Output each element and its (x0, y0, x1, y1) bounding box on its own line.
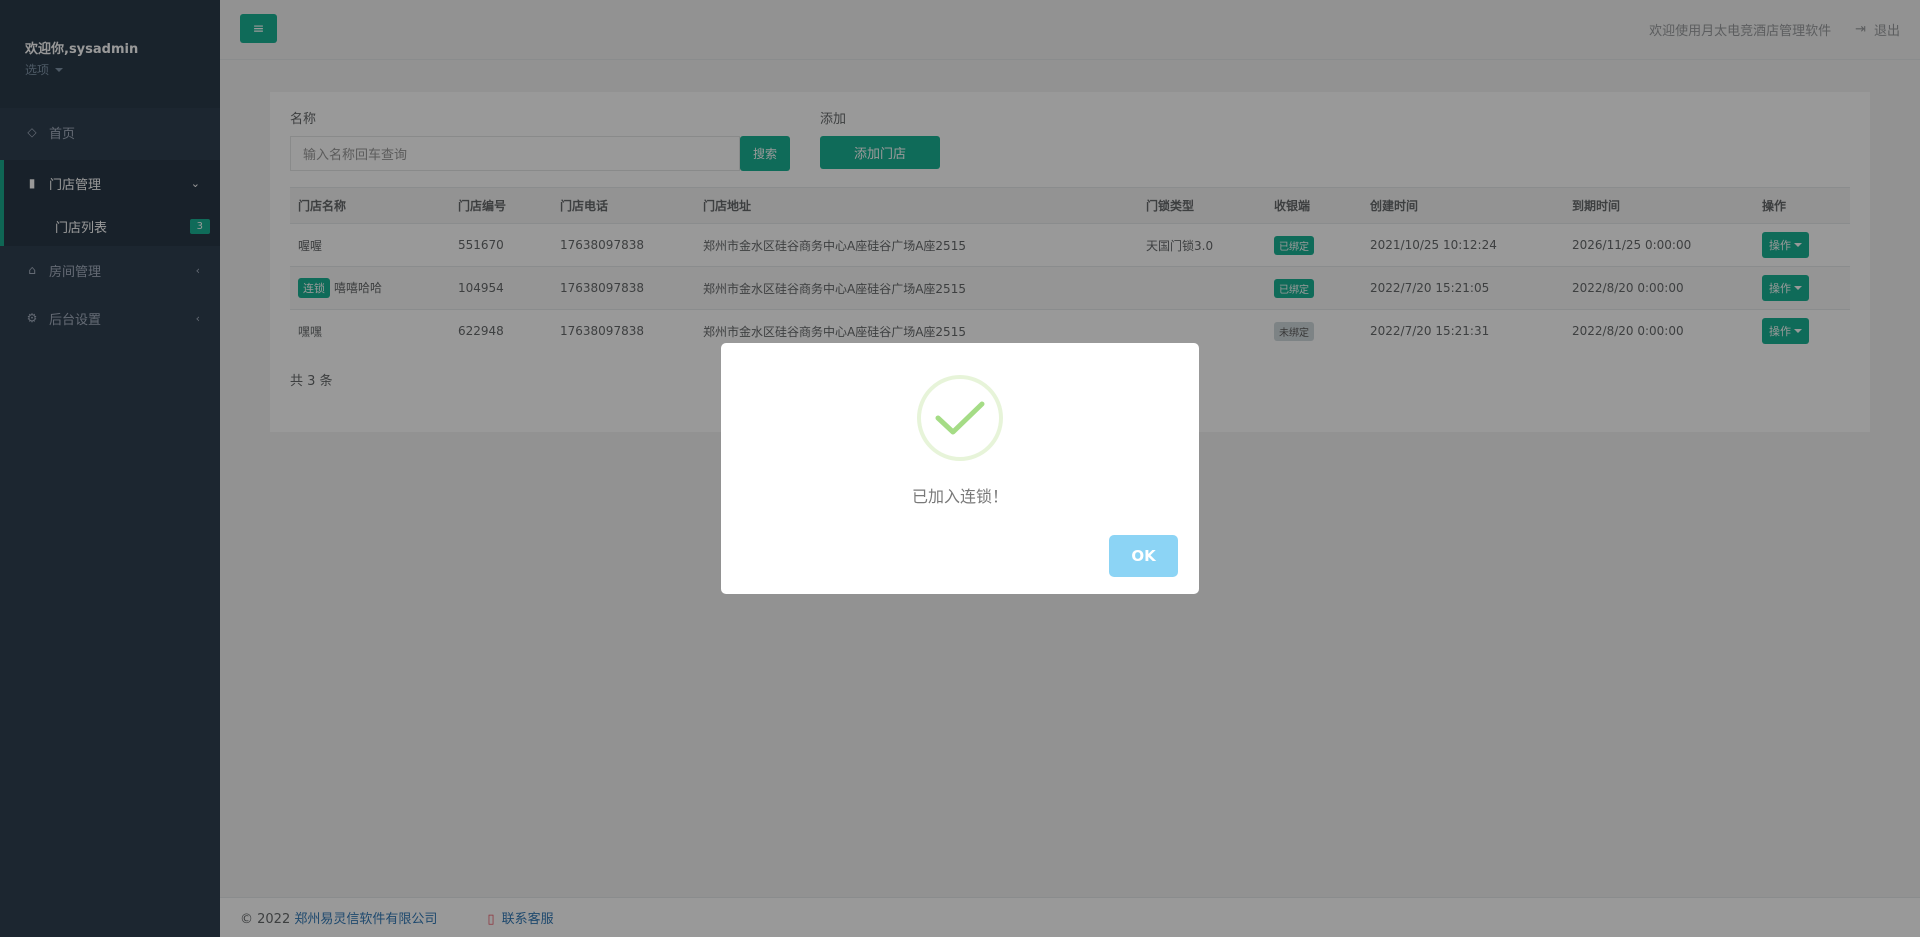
success-check-icon (917, 375, 1003, 461)
ok-button[interactable]: OK (1109, 535, 1178, 577)
success-dialog: 已加入连锁！ OK (721, 343, 1199, 594)
dialog-message: 已加入连锁！ (911, 487, 1008, 506)
